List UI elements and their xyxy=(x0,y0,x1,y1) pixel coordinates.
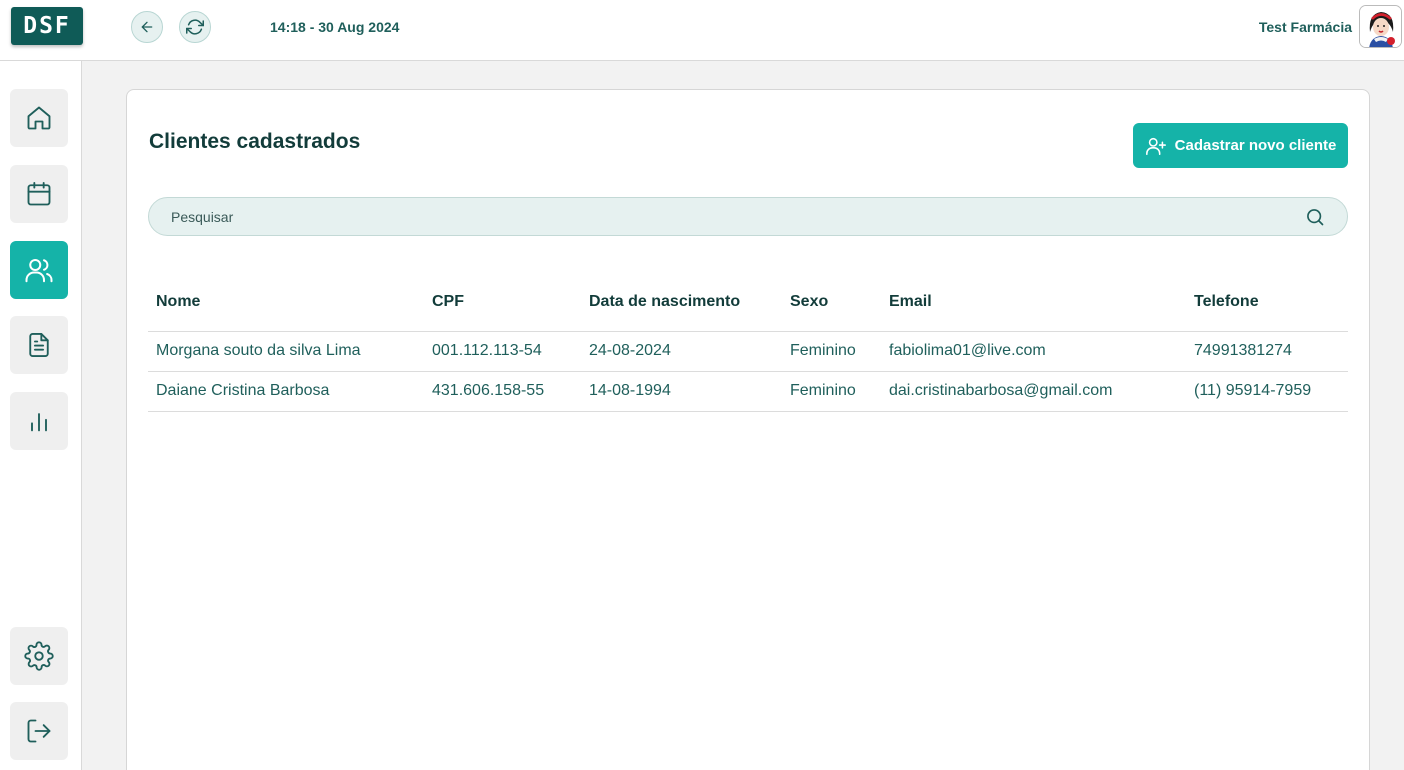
clients-card: Clientes cadastrados Cadastrar novo clie… xyxy=(126,89,1370,770)
search-bar xyxy=(148,197,1348,236)
cell-telefone: (11) 95914-7959 xyxy=(1186,371,1348,412)
table-row[interactable]: Daiane Cristina Barbosa 431.606.158-55 1… xyxy=(148,371,1348,412)
sidebar-item-home[interactable] xyxy=(10,89,68,147)
user-plus-icon xyxy=(1145,137,1166,155)
users-icon xyxy=(25,259,53,283)
cell-nome: Daiane Cristina Barbosa xyxy=(148,371,424,412)
gear-icon xyxy=(24,641,54,671)
sidebar xyxy=(0,61,82,770)
column-header-birthdate[interactable]: Data de nascimento xyxy=(581,273,782,332)
logout-icon xyxy=(27,719,51,743)
avatar-image xyxy=(1360,6,1401,47)
sidebar-item-logout[interactable] xyxy=(10,702,68,760)
sidebar-item-calendar[interactable] xyxy=(10,165,68,223)
bar-chart-icon xyxy=(31,413,47,432)
cell-cpf: 001.112.113-54 xyxy=(424,331,581,372)
sidebar-item-settings[interactable] xyxy=(10,627,68,685)
clients-table: Nome CPF Data de nascimento Sexo Email T… xyxy=(148,273,1348,412)
sidebar-item-stats[interactable] xyxy=(10,392,68,450)
cell-nome: Morgana souto da silva Lima xyxy=(148,331,424,372)
table-header-row: Nome CPF Data de nascimento Sexo Email T… xyxy=(148,273,1348,332)
cell-birthdate: 14-08-1994 xyxy=(581,371,782,412)
back-button[interactable] xyxy=(131,11,163,43)
app-logo[interactable]: DSF xyxy=(11,7,83,45)
search-icon[interactable] xyxy=(1305,207,1325,227)
column-header-email[interactable]: Email xyxy=(881,273,1186,332)
column-header-nome[interactable]: Nome xyxy=(148,273,424,332)
arrow-left-icon xyxy=(141,21,153,33)
search-input[interactable] xyxy=(171,198,1291,235)
cell-sexo: Feminino xyxy=(782,331,881,372)
sidebar-item-reports[interactable] xyxy=(10,316,68,374)
column-header-cpf[interactable]: CPF xyxy=(424,273,581,332)
page-title: Clientes cadastrados xyxy=(149,130,361,153)
cell-sexo: Feminino xyxy=(782,371,881,412)
cell-email: dai.cristinabarbosa@gmail.com xyxy=(881,371,1186,412)
cell-birthdate: 24-08-2024 xyxy=(581,331,782,372)
user-name[interactable]: Test Farmácia xyxy=(1259,19,1352,35)
calendar-icon xyxy=(27,181,51,206)
cell-email: fabiolima01@live.com xyxy=(881,331,1186,372)
refresh-button[interactable] xyxy=(179,11,211,43)
current-datetime: 14:18 - 30 Aug 2024 xyxy=(270,19,400,35)
sidebar-item-clients[interactable] xyxy=(10,241,68,299)
document-icon xyxy=(29,332,49,358)
column-header-sexo[interactable]: Sexo xyxy=(782,273,881,332)
refresh-icon xyxy=(186,19,204,35)
column-header-telefone[interactable]: Telefone xyxy=(1186,273,1348,332)
avatar[interactable] xyxy=(1359,5,1402,48)
add-client-label: Cadastrar novo cliente xyxy=(1174,137,1337,154)
cell-cpf: 431.606.158-55 xyxy=(424,371,581,412)
home-icon xyxy=(27,106,51,130)
cell-telefone: 74991381274 xyxy=(1186,331,1348,372)
table-row[interactable]: Morgana souto da silva Lima 001.112.113-… xyxy=(148,331,1348,372)
top-bar: DSF 14:18 - 30 Aug 2024 Test Farmácia xyxy=(0,0,1404,61)
add-client-button[interactable]: Cadastrar novo cliente xyxy=(1133,123,1348,168)
